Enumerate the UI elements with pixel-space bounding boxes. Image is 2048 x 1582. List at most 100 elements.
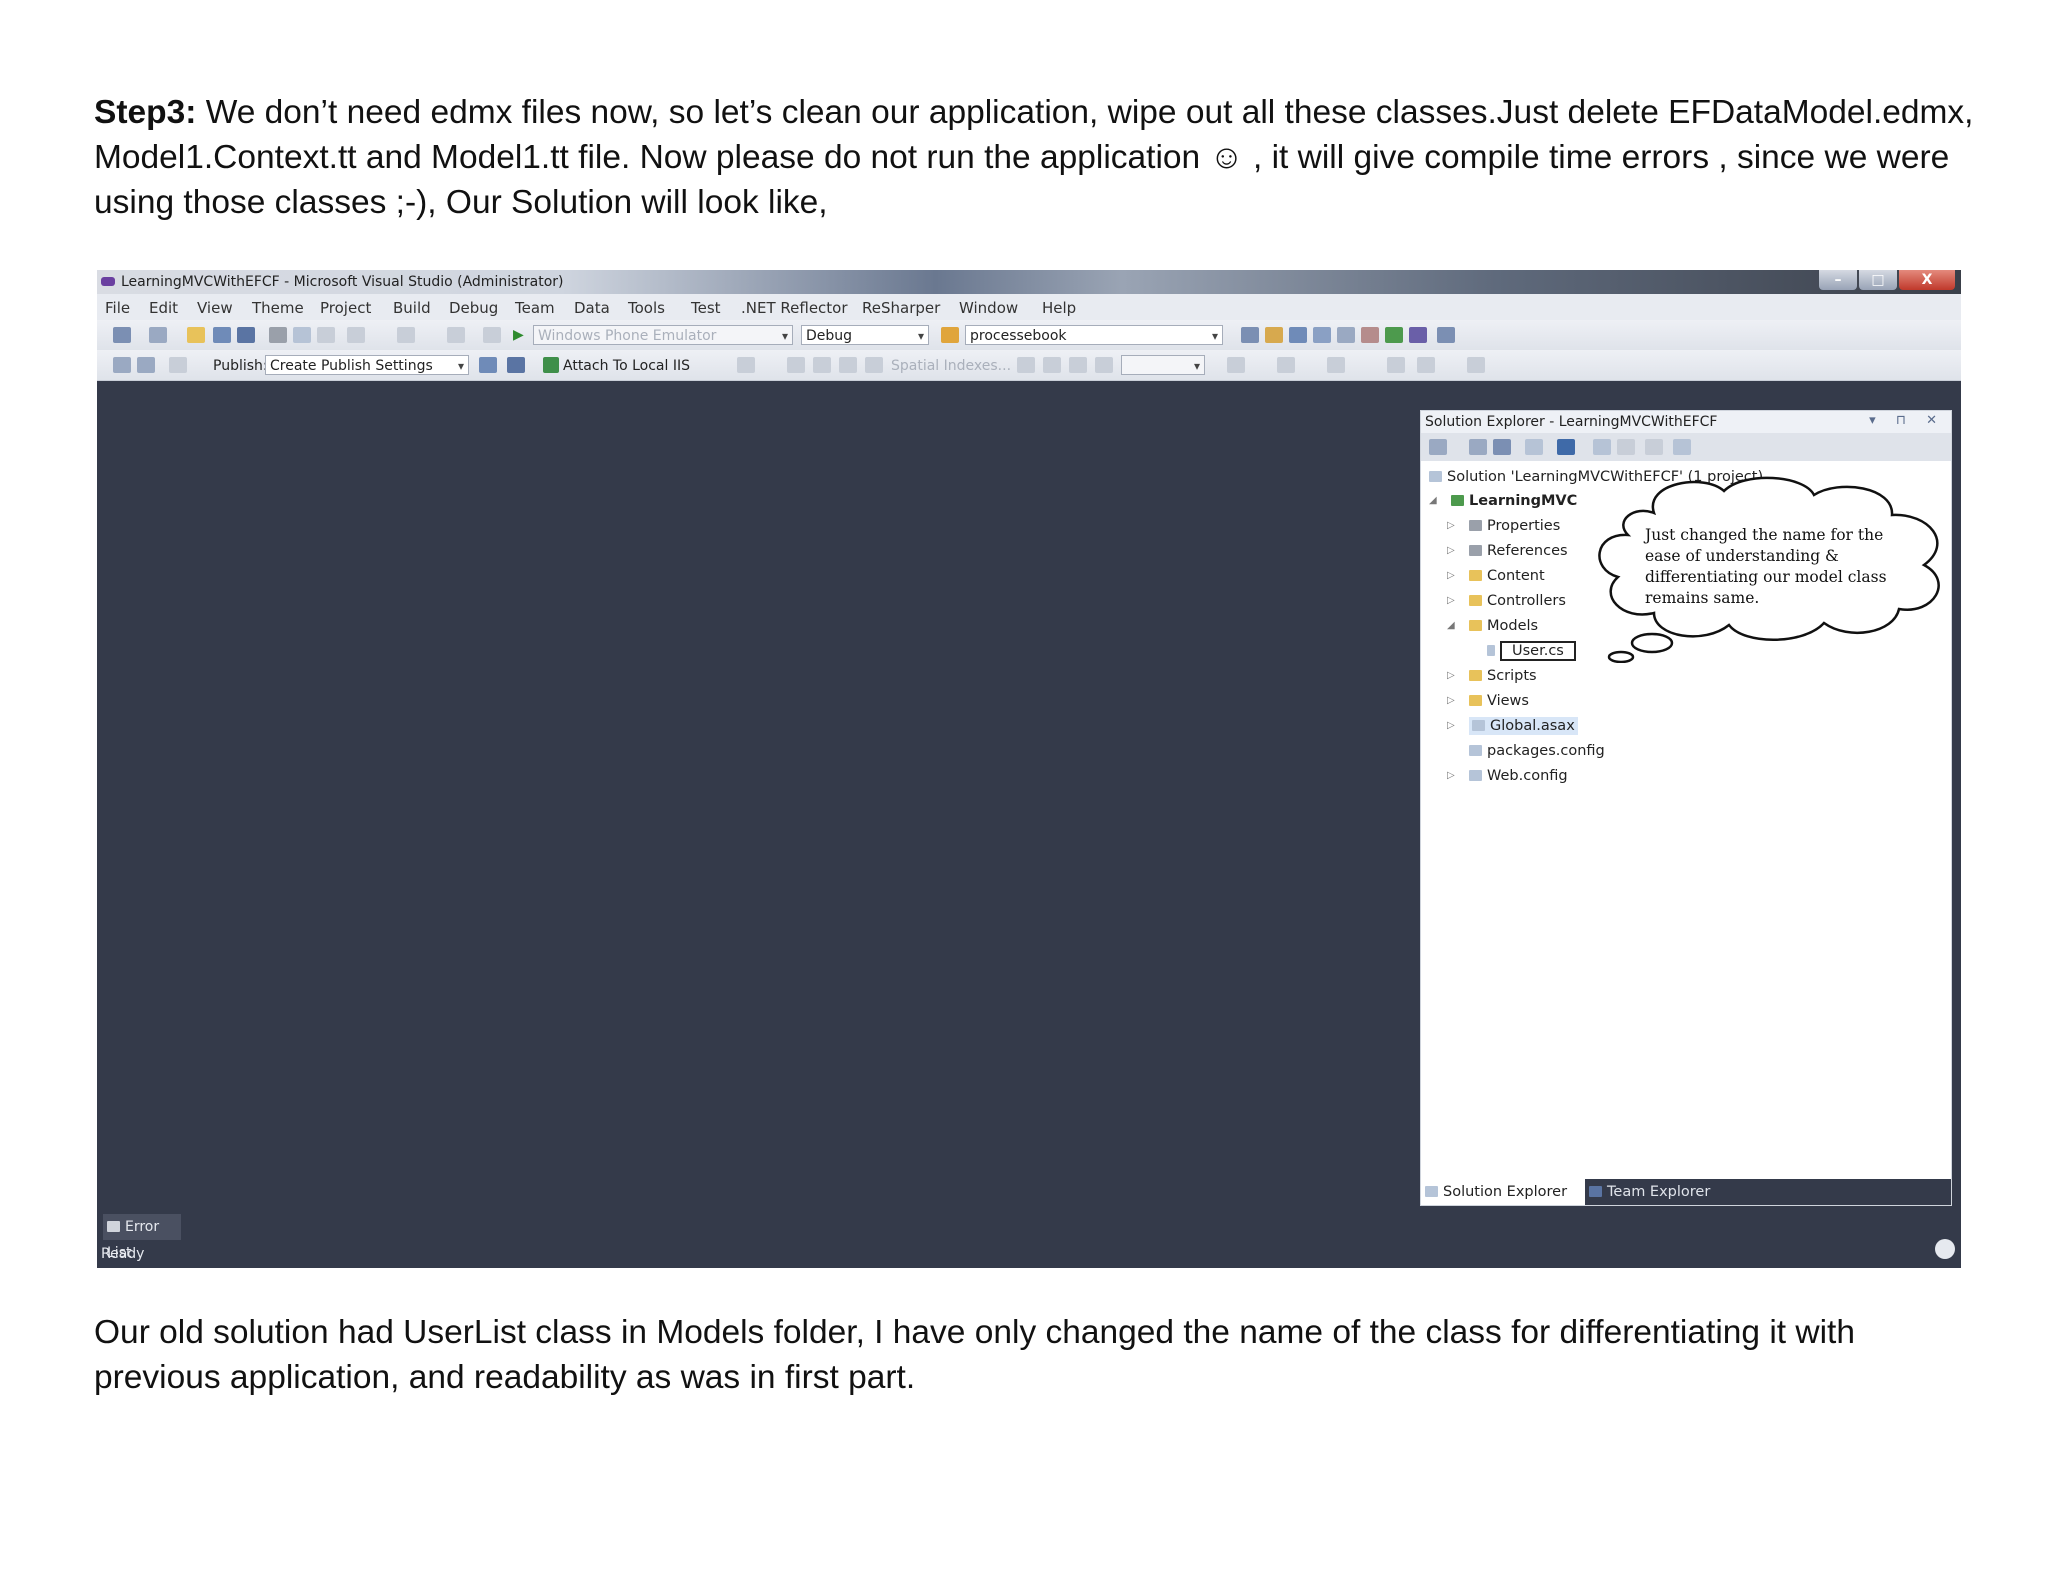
tab-solution-explorer[interactable]: Solution Explorer [1421, 1179, 1585, 1205]
team-explorer-tab-icon [1589, 1186, 1602, 1197]
redo-icon[interactable] [397, 327, 415, 343]
collapse-all-icon[interactable] [1525, 439, 1543, 455]
publish-settings-combo[interactable]: Create Publish Settings [265, 355, 469, 376]
tree-item-global-asax[interactable]: ▷ Global.asax [1447, 717, 1578, 735]
tree-item-views[interactable]: ▷ Views [1447, 693, 1529, 709]
back-icon[interactable] [1429, 439, 1447, 455]
collapsed-arrow-icon[interactable]: ▷ [1447, 545, 1455, 556]
toolbox-icon[interactable] [1337, 327, 1355, 343]
show-all-files-icon[interactable] [1557, 439, 1575, 455]
publish-web-icon[interactable] [169, 357, 187, 373]
properties-window-icon[interactable] [1289, 327, 1307, 343]
save-all-icon[interactable] [237, 327, 255, 343]
comment-icon [1227, 357, 1245, 373]
publish-options-icon[interactable] [507, 357, 525, 373]
toolbar-options-icon [1467, 357, 1485, 373]
expanded-arrow-icon[interactable]: ◢ [1429, 495, 1437, 506]
new-project-icon[interactable] [113, 327, 131, 343]
menu-data[interactable]: Data [574, 299, 610, 317]
preview-icon[interactable] [1645, 439, 1663, 455]
attach-iis-icon[interactable] [543, 357, 559, 373]
disabled-tool-icon [737, 357, 755, 373]
emulator-combo[interactable]: Windows Phone Emulator [533, 325, 793, 346]
start-page-icon[interactable] [1437, 327, 1455, 343]
collapsed-arrow-icon[interactable]: ▷ [1447, 595, 1455, 606]
collapsed-arrow-icon[interactable]: ▷ [1447, 570, 1455, 581]
split-view-icon[interactable] [137, 357, 155, 373]
minimize-button[interactable]: – [1819, 270, 1857, 290]
undo-icon[interactable] [347, 327, 365, 343]
properties-icon[interactable] [1593, 439, 1611, 455]
error-list-tab[interactable]: Error List [103, 1214, 181, 1261]
step-label: Step3: [94, 94, 197, 131]
grid-icon [865, 357, 883, 373]
view-class-diagram-icon[interactable] [1673, 439, 1691, 455]
standard-toolbar: ▶ Windows Phone Emulator Debug processeb… [97, 320, 1961, 351]
add-item-icon[interactable] [149, 327, 167, 343]
configuration-combo[interactable]: Debug [801, 325, 929, 346]
panel-controls[interactable]: ▾ ⊓ ✕ [1869, 413, 1945, 428]
menu-build[interactable]: Build [393, 299, 431, 317]
collapsed-arrow-icon[interactable]: ▷ [1447, 720, 1455, 731]
tools-icon[interactable] [1361, 327, 1379, 343]
close-button[interactable]: X [1899, 270, 1955, 290]
find-in-files-icon[interactable] [1241, 327, 1259, 343]
startup-project-icon [941, 327, 959, 343]
solution-explorer-icon[interactable] [1265, 327, 1283, 343]
collapsed-arrow-icon[interactable]: ▷ [1447, 520, 1455, 531]
publish-icon[interactable] [479, 357, 497, 373]
menu-file[interactable]: File [105, 299, 130, 317]
folder-icon [1469, 670, 1482, 681]
collapsed-arrow-icon[interactable]: ▷ [1447, 695, 1455, 706]
menu-view[interactable]: View [197, 299, 233, 317]
menu-net-reflector[interactable]: .NET Reflector [741, 299, 848, 317]
navigate-back-icon[interactable] [447, 327, 465, 343]
solution-explorer-title: Solution Explorer - LearningMVCWithEFCF [1425, 414, 1718, 430]
config-file-icon [1469, 770, 1482, 781]
filter-icon[interactable] [1617, 439, 1635, 455]
tree-item-web-config[interactable]: ▷ Web.config [1447, 768, 1568, 784]
window-buttons: – □ X [1817, 270, 1955, 292]
tree-item-packages-config[interactable]: packages.config [1469, 743, 1605, 759]
pan-icon [1069, 357, 1087, 373]
sync-icon[interactable] [1469, 439, 1487, 455]
notification-icon[interactable] [1935, 1239, 1955, 1259]
menu-tools[interactable]: Tools [628, 299, 665, 317]
expanded-arrow-icon[interactable]: ◢ [1447, 620, 1455, 631]
object-browser-icon[interactable] [1313, 327, 1331, 343]
menu-debug[interactable]: Debug [449, 299, 498, 317]
maximize-button[interactable]: □ [1859, 270, 1897, 290]
visual-studio-icon [101, 277, 115, 286]
tab-team-explorer[interactable]: Team Explorer [1589, 1179, 1710, 1205]
team-icon[interactable] [1409, 327, 1427, 343]
collapsed-arrow-icon[interactable]: ▷ [1447, 670, 1455, 681]
tree-item-scripts[interactable]: ▷ Scripts [1447, 668, 1537, 684]
save-icon[interactable] [213, 327, 231, 343]
refresh-icon[interactable] [1493, 439, 1511, 455]
menu-team[interactable]: Team [515, 299, 555, 317]
menu-resharper[interactable]: ReSharper [862, 299, 940, 317]
extension-icon[interactable] [1385, 327, 1403, 343]
open-folder-icon[interactable] [187, 327, 205, 343]
menu-window[interactable]: Window [959, 299, 1018, 317]
zoom-in-icon [1017, 357, 1035, 373]
menu-edit[interactable]: Edit [149, 299, 178, 317]
menu-theme[interactable]: Theme [252, 299, 304, 317]
start-debugging-icon[interactable]: ▶ [513, 327, 525, 343]
menu-help[interactable]: Help [1042, 299, 1076, 317]
collapsed-arrow-icon[interactable]: ▷ [1447, 770, 1455, 781]
menu-project[interactable]: Project [320, 299, 371, 317]
startup-project-combo[interactable]: processebook [965, 325, 1223, 346]
copy-icon[interactable] [293, 327, 311, 343]
cut-icon[interactable] [269, 327, 287, 343]
folder-icon [1469, 695, 1482, 706]
outdent-icon [1387, 357, 1405, 373]
attach-iis-label[interactable]: Attach To Local IIS [563, 358, 690, 374]
window-title: LearningMVCWithEFCF - Microsoft Visual S… [121, 274, 564, 290]
publish-label: Publish: [213, 358, 268, 374]
navigate-forward-icon[interactable] [483, 327, 501, 343]
paste-icon[interactable] [317, 327, 335, 343]
designer-icon[interactable] [113, 357, 131, 373]
indent-icon [1417, 357, 1435, 373]
menu-test[interactable]: Test [691, 299, 721, 317]
